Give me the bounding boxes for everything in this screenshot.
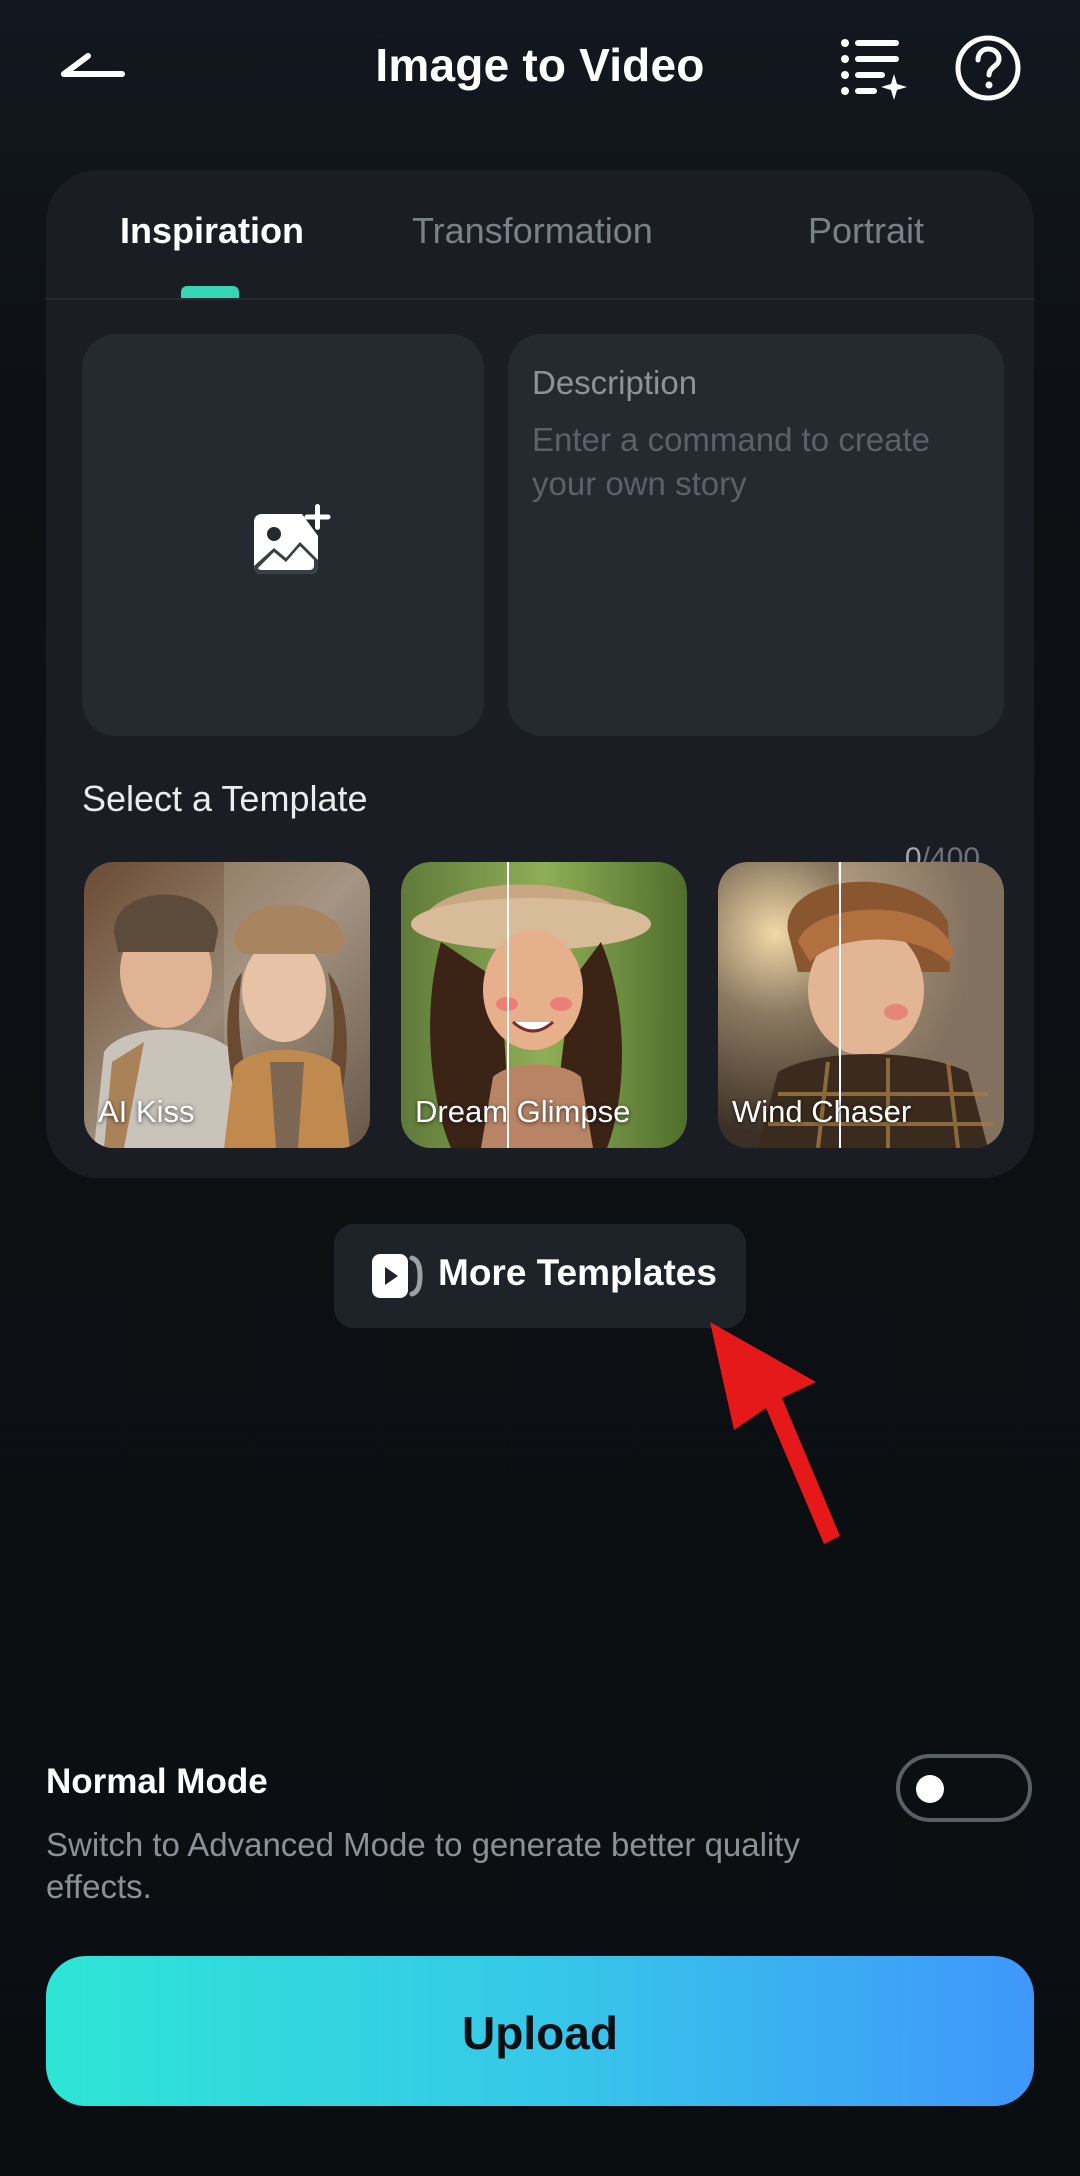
description-input[interactable] [532,418,972,618]
toggle-knob [916,1775,944,1803]
add-image-slot[interactable] [82,334,484,736]
task-list-button[interactable] [838,34,908,100]
advanced-mode-toggle[interactable] [896,1754,1032,1822]
red-pointer-arrow-icon [710,1322,840,1544]
template-label: AI Kiss [98,1094,195,1129]
template-dream-glimpse[interactable]: Dream Glimpse [401,862,687,1148]
inspiration-card: Inspiration Transformation Portrait Desc… [46,170,1034,1178]
tab-transformation[interactable]: Transformation [412,210,653,252]
template-label: Dream Glimpse [415,1094,631,1129]
template-label: Wind Chaser [732,1094,912,1129]
page-title: Image to Video [375,39,705,91]
more-templates-label: More Templates [438,1252,717,1293]
mode-title: Normal Mode [46,1762,268,1801]
upload-button-label: Upload [462,2007,618,2059]
tab-portrait[interactable]: Portrait [808,210,924,252]
add-image-icon [254,504,331,574]
upload-button[interactable]: Upload [46,1956,1034,2106]
template-play-icon [372,1254,423,1298]
help-button[interactable] [954,34,1022,102]
mode-description: Switch to Advanced Mode to generate bett… [46,1826,800,1905]
more-templates-button[interactable]: More Templates [334,1224,746,1328]
description-label: Description [532,364,698,401]
mode-tabs: Inspiration Transformation Portrait [46,170,1034,300]
task-list-sparkle-icon [841,39,907,100]
template-wind-chaser[interactable]: Wind Chaser [718,862,1004,1148]
active-tab-indicator [181,286,239,298]
top-bar: Image to Video [0,0,1080,134]
description-box: Description 0/400 [508,334,1004,875]
help-circle-icon [955,35,1021,101]
select-template-heading: Select a Template [82,778,368,819]
tab-inspiration[interactable]: Inspiration [120,210,304,252]
template-ai-kiss[interactable]: AI Kiss [84,862,370,1148]
